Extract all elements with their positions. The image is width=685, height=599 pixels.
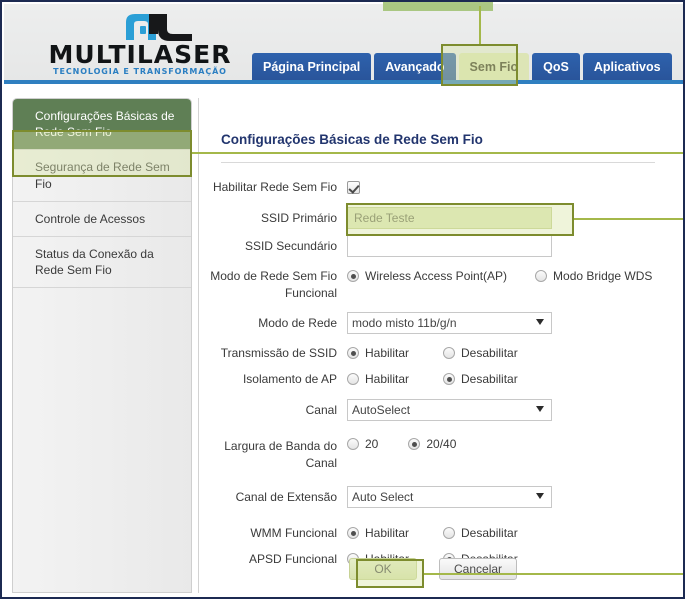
label-bandwidth-20: 20 <box>365 437 379 451</box>
tab-aplicativos[interactable]: Aplicativos <box>582 53 672 80</box>
page-title: Configurações Básicas de Rede Sem Fio <box>221 132 483 147</box>
label-wireless-mode-wds: Modo Bridge WDS <box>553 269 653 283</box>
label-wireless-mode-ap: Wireless Access Point(AP) <box>365 269 508 283</box>
ssid-broadcast-option-enable[interactable]: Habilitar <box>347 346 409 360</box>
label-bandwidth-line2: Canal <box>305 456 337 470</box>
radio-ap-isolation-enable[interactable] <box>347 373 359 385</box>
radio-wireless-mode-ap[interactable] <box>347 270 359 282</box>
page-header: MULTILASER TECNOLOGIA E TRANSFORMAÇÃO Pá… <box>4 4 683 80</box>
radio-wireless-mode-wds[interactable] <box>535 270 548 282</box>
label-bandwidth-2040: 20/40 <box>426 437 457 451</box>
row-extension-channel: Canal de Extensão Auto Select <box>199 486 678 508</box>
label-bandwidth: Largura de Banda do Canal <box>199 435 347 472</box>
radio-bandwidth-20[interactable] <box>347 438 359 450</box>
cancel-button[interactable]: Cancelar <box>439 558 518 580</box>
title-separator <box>221 162 655 163</box>
page-body: Configurações Básicas de Rede Sem Fio Se… <box>4 86 683 597</box>
ssid-secondary-input[interactable] <box>347 235 552 257</box>
row-network-mode: Modo de Rede modo misto 11b/g/n <box>199 312 678 334</box>
wireless-mode-option-wds[interactable]: Modo Bridge WDS <box>535 269 652 283</box>
row-ssid-primary: SSID Primário <box>199 207 678 229</box>
ssid-broadcast-option-disable[interactable]: Desabilitar <box>443 346 518 360</box>
wireless-mode-option-ap[interactable]: Wireless Access Point(AP) <box>347 269 507 283</box>
row-ap-isolation: Isolamento de AP Habilitar Desabilitar <box>199 368 678 390</box>
label-ssid-primary: SSID Primário <box>260 211 337 225</box>
radio-ap-isolation-disable[interactable] <box>443 373 456 385</box>
label-wmm: WMM Funcional <box>250 526 337 540</box>
label-wmm-disable: Desabilitar <box>461 526 518 540</box>
label-ssid-broadcast-disable: Desabilitar <box>461 346 518 360</box>
extension-channel-select[interactable]: Auto Select <box>347 486 552 508</box>
row-ssid-secondary: SSID Secundário <box>199 235 678 257</box>
wireless-basic-settings-form: Habilitar Rede Sem Fio SSID Primário SSI… <box>199 176 678 573</box>
label-ssid-secondary: SSID Secundário <box>244 239 337 253</box>
label-network-mode: Modo de Rede <box>258 316 337 330</box>
sidebar-item-status-conexao[interactable]: Status da Conexão da Rede Sem Fio <box>13 237 191 289</box>
sidebar-menu[interactable]: Configurações Básicas de Rede Sem Fio Se… <box>12 98 192 593</box>
tab-pagina-principal[interactable]: Página Principal <box>252 53 372 80</box>
radio-ssid-broadcast-enable[interactable] <box>347 347 359 359</box>
row-bandwidth: Largura de Banda do Canal 20 20/40 <box>199 435 678 472</box>
network-mode-select[interactable]: modo misto 11b/g/n <box>347 312 552 334</box>
tab-sem-fio[interactable]: Sem Fio <box>458 53 530 80</box>
logo-wordmark: MULTILASER <box>48 40 232 69</box>
radio-bandwidth-2040[interactable] <box>408 438 421 450</box>
label-ap-isolation-disable: Desabilitar <box>461 372 518 386</box>
router-admin-page: MULTILASER TECNOLOGIA E TRANSFORMAÇÃO Pá… <box>0 0 685 599</box>
ssid-primary-input[interactable] <box>347 207 552 229</box>
label-enable-wireless: Habilitar Rede Sem Fio <box>212 180 337 194</box>
row-ssid-broadcast: Transmissão de SSID Habilitar Desabilita… <box>199 342 678 364</box>
ap-isolation-option-disable[interactable]: Desabilitar <box>443 372 518 386</box>
tab-qos[interactable]: QoS <box>532 53 580 80</box>
label-apsd: APSD Funcional <box>248 552 337 566</box>
ap-isolation-option-enable[interactable]: Habilitar <box>347 372 409 386</box>
sidebar-item-configuracoes-basicas[interactable]: Configurações Básicas de Rede Sem Fio <box>13 99 191 151</box>
bandwidth-option-20[interactable]: 20 <box>347 437 378 451</box>
channel-select[interactable]: AutoSelect <box>347 399 552 421</box>
form-actions[interactable]: OK Cancelar <box>349 558 518 580</box>
tab-avancado[interactable]: Avançado <box>374 53 456 80</box>
main-content-panel: Configurações Básicas de Rede Sem Fio Ha… <box>198 98 677 593</box>
radio-wmm-enable[interactable] <box>347 527 359 539</box>
logo-tagline: TECNOLOGIA E TRANSFORMAÇÃO <box>53 67 227 76</box>
radio-wmm-disable[interactable] <box>443 527 456 539</box>
label-ap-isolation-enable: Habilitar <box>365 372 410 386</box>
label-ap-isolation: Isolamento de AP <box>242 372 337 386</box>
label-ssid-broadcast-enable: Habilitar <box>365 346 410 360</box>
label-bandwidth-line1: Largura de Banda do <box>224 439 337 453</box>
multilaser-logo: MULTILASER TECNOLOGIA E TRANSFORMAÇÃO <box>40 8 240 78</box>
row-channel: Canal AutoSelect <box>199 399 678 421</box>
label-channel: Canal <box>305 403 337 417</box>
sidebar-item-seguranca[interactable]: Segurança de Rede Sem Fio <box>13 150 191 202</box>
enable-wireless-checkbox[interactable] <box>347 180 360 194</box>
label-wmm-enable: Habilitar <box>365 526 410 540</box>
row-wireless-mode: Modo de Rede Sem Fio Funcional Wireless … <box>199 265 678 302</box>
row-enable-wireless: Habilitar Rede Sem Fio <box>199 176 678 198</box>
bandwidth-option-2040[interactable]: 20/40 <box>408 437 456 451</box>
wmm-option-enable[interactable]: Habilitar <box>347 526 409 540</box>
ok-button[interactable]: OK <box>349 558 417 580</box>
multilaser-ml-mark <box>126 14 192 41</box>
main-navigation[interactable]: Página Principal Avançado Sem Fio QoS Ap… <box>252 51 672 80</box>
wmm-option-disable[interactable]: Desabilitar <box>443 526 518 540</box>
label-wireless-mode: Modo de Rede Sem Fio Funcional <box>210 269 337 300</box>
sidebar-item-controle-de-acessos[interactable]: Controle de Acessos <box>13 202 191 237</box>
row-wmm: WMM Funcional Habilitar Desabilitar <box>199 522 678 544</box>
radio-ssid-broadcast-disable[interactable] <box>443 347 456 359</box>
label-ssid-broadcast: Transmissão de SSID <box>220 346 337 360</box>
label-extension-channel: Canal de Extensão <box>235 490 337 504</box>
